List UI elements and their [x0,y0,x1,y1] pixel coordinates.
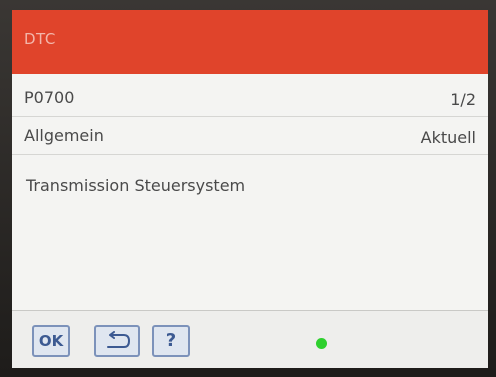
back-button[interactable] [94,325,140,357]
dtc-status: Aktuell [420,128,476,147]
title-bar: DTC [12,10,488,74]
footer-toolbar: OK ? [12,310,488,368]
back-arrow-icon [107,331,130,348]
status-indicator-dot [316,338,327,349]
page-title: DTC [24,30,56,48]
help-button[interactable]: ? [152,325,190,357]
dtc-category: Allgemein [24,126,104,145]
ok-button[interactable]: OK [32,325,70,357]
dtc-code-row[interactable]: P0700 1/2 [12,80,488,117]
device-bezel: DTC P0700 1/2 Allgemein Aktuell Transmis… [0,0,496,377]
dtc-description: Transmission Steuersystem [26,176,246,195]
page-indicator: 1/2 [450,90,476,109]
dtc-type-row: Allgemein Aktuell [12,118,488,155]
device-screen: DTC P0700 1/2 Allgemein Aktuell Transmis… [12,10,488,368]
dtc-code: P0700 [24,88,75,107]
